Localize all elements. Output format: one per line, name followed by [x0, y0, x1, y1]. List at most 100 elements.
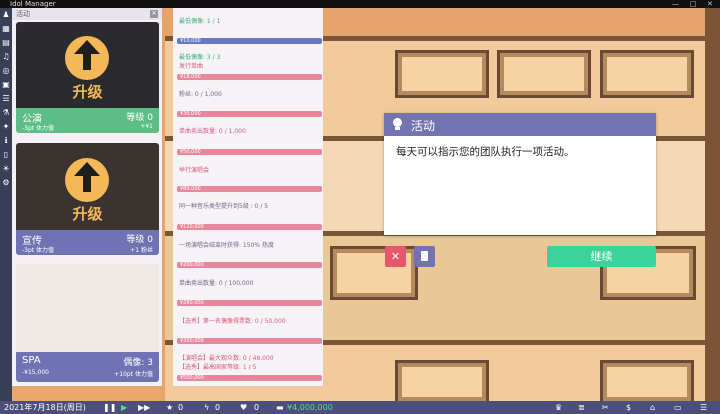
audition-icon[interactable]: ◎	[0, 64, 12, 78]
card-level: 等级 0	[126, 113, 153, 123]
menu-icon[interactable]: ☰	[700, 401, 707, 414]
dialog-message: 每天可以指示您的团队执行一项活动。	[396, 146, 575, 158]
energy-count: 0	[215, 403, 221, 412]
money-amount: ¥4,000,000	[287, 403, 333, 412]
goal-price-bar: ¥200,000	[177, 262, 322, 268]
minimize-icon[interactable]: —	[672, 0, 679, 8]
media-icon[interactable]: ▣	[0, 78, 12, 92]
continue-button[interactable]: 继续	[547, 246, 656, 267]
upgrade-label[interactable]: 升级	[16, 81, 159, 102]
goal-price: ¥80,000	[180, 186, 201, 192]
play-icon[interactable]: ▶	[121, 401, 127, 414]
money-icon: ▬	[276, 403, 284, 412]
goal-price: ¥350,000	[180, 338, 204, 344]
goal-text: 同一种音乐类型提升到5级 : 0 / 5	[179, 203, 269, 210]
info-icon[interactable]: ℹ	[0, 134, 12, 148]
goal-price: ¥30,000	[180, 111, 201, 117]
goal-text: 【选秀】第一名偶像得票数: 0 / 50,000	[179, 318, 286, 325]
dismiss-button[interactable]: ✕	[385, 246, 406, 267]
window	[600, 50, 694, 98]
goal-sub: 发行单曲	[179, 63, 204, 70]
window-title: Idol Manager	[10, 0, 56, 8]
goal-text: 最低偶像: 1 / 1	[179, 18, 221, 25]
goal-price: ¥500,000	[180, 375, 204, 381]
activity-panel-title: 活动	[16, 10, 30, 18]
goal-price: ¥280,000	[180, 300, 204, 306]
activity-card-promotion[interactable]: 升级 宣传 等级 0 -3pt 体力值 +1 粉丝	[16, 143, 159, 255]
upgrade-arrow-icon[interactable]	[65, 36, 109, 80]
left-sidebar: ♟ ▦ ▤ ♫ ◎ ▣ ☰ ⚗ ✦ ℹ ▯ ☀ ⚙	[0, 8, 12, 401]
lab-icon[interactable]: ⚗	[0, 106, 12, 120]
pause-icon[interactable]: ❚❚	[103, 401, 116, 414]
goal-text: 单曲卖出数量: 0 / 1,000	[179, 128, 246, 135]
window	[497, 50, 591, 98]
goal-text: 【演唱会】最大观众数: 0 / 48,000	[179, 355, 274, 362]
card-cost: -3pt 体力值	[22, 125, 55, 132]
schedule-icon[interactable]: ▦	[0, 22, 12, 36]
close-icon[interactable]: ✕	[150, 10, 158, 18]
goal-price-bar: ¥30,000	[177, 111, 322, 117]
bank-icon[interactable]: ⌂	[650, 401, 655, 414]
card-name: SPA	[22, 355, 41, 366]
window	[395, 360, 489, 404]
news-icon[interactable]: ☰	[0, 92, 12, 106]
goal-text: 粉丝: 0 / 1,000	[179, 91, 222, 98]
person-icon[interactable]: ♟	[0, 8, 12, 22]
upgrade-arrow-icon[interactable]	[65, 158, 109, 202]
book-icon	[421, 251, 428, 261]
goal-price-bar: ¥80,000	[177, 186, 322, 192]
status-bar: 2021年7月18日(周日) ❚❚ ▶ ▶▶ ★ 0 ϟ 0 ♥ 0 ▬ ¥4,…	[0, 401, 720, 414]
book-button[interactable]	[414, 246, 435, 267]
window	[395, 50, 489, 98]
dialog-title: 活动	[411, 119, 436, 133]
music-icon[interactable]: ♫	[0, 50, 12, 64]
window-titlebar: Idol Manager — □ ✕	[0, 0, 720, 8]
star-icon: ★	[166, 403, 174, 412]
activity-panel-header: 活动 ✕	[12, 8, 162, 20]
card-idols: 偶像: 3	[123, 358, 153, 368]
phone-icon[interactable]: ▯	[0, 148, 12, 162]
goal-price-bar: ¥120,000	[177, 224, 322, 230]
goal-price-bar: ¥280,000	[177, 300, 322, 306]
goal-price-bar: ¥50,000	[177, 149, 322, 155]
close-window-icon[interactable]: ✕	[707, 0, 713, 8]
card-cost: -3pt 体力值	[22, 247, 55, 254]
dialog-header: 活动	[384, 113, 656, 136]
card-level: 等级 0	[126, 235, 153, 245]
goals-list: 最低偶像: 1 / 1 ¥10,000 最低偶像: 3 / 3 发行单曲 ¥18…	[173, 8, 323, 386]
goal-text: 一场演唱会结束时获得: 150% 热度	[179, 242, 274, 249]
fans-icon: ♥	[240, 403, 248, 412]
goal-price-bar: ¥18,000	[177, 74, 322, 80]
settings-icon[interactable]: ⚙	[0, 176, 12, 190]
right-scroll-panel[interactable]	[705, 8, 720, 401]
maximize-icon[interactable]: □	[690, 0, 697, 8]
goal-price: ¥120,000	[180, 224, 204, 230]
scissors-icon[interactable]: ✂	[602, 401, 609, 414]
goal-text: 最低偶像: 3 / 3	[179, 54, 221, 61]
goal-price-bar: ¥10,000	[177, 38, 322, 44]
activity-card-spa[interactable]: SPA 偶像: 3 -¥15,000 +10pt 体力值	[16, 264, 159, 382]
card-image	[16, 264, 159, 352]
calendar-icon[interactable]: ▤	[0, 36, 12, 50]
trophy-icon[interactable]: ♛	[555, 401, 562, 414]
upgrade-label[interactable]: 升级	[16, 203, 159, 224]
briefcase-icon[interactable]: ▭	[674, 401, 682, 414]
activity-card-performance[interactable]: 升级 公演 等级 0 -3pt 体力值 +¥1	[16, 22, 159, 133]
moneybag-icon[interactable]: $	[626, 401, 631, 414]
goal-text: 举行演唱会	[179, 167, 210, 174]
goal-price: ¥50,000	[180, 149, 201, 155]
fast-forward-icon[interactable]: ▶▶	[138, 401, 150, 414]
goal-price-bar: ¥500,000	[177, 375, 322, 381]
card-reward: +¥1	[140, 123, 153, 130]
bulb-icon[interactable]: ☀	[0, 162, 12, 176]
handshake-icon[interactable]: ✦	[0, 120, 12, 134]
card-reward: +1 粉丝	[130, 247, 153, 254]
card-footer: 公演 等级 0 -3pt 体力值 +¥1	[16, 108, 159, 133]
chart-icon[interactable]: ≣	[578, 401, 585, 414]
card-reward: +10pt 体力值	[114, 371, 153, 378]
goal-price: ¥10,000	[180, 38, 201, 44]
lightbulb-icon	[393, 118, 402, 130]
fans-count: 0	[254, 403, 260, 412]
card-footer: 宣传 等级 0 -3pt 体力值 +1 粉丝	[16, 230, 159, 255]
goal-price-bar: ¥350,000	[177, 338, 322, 344]
